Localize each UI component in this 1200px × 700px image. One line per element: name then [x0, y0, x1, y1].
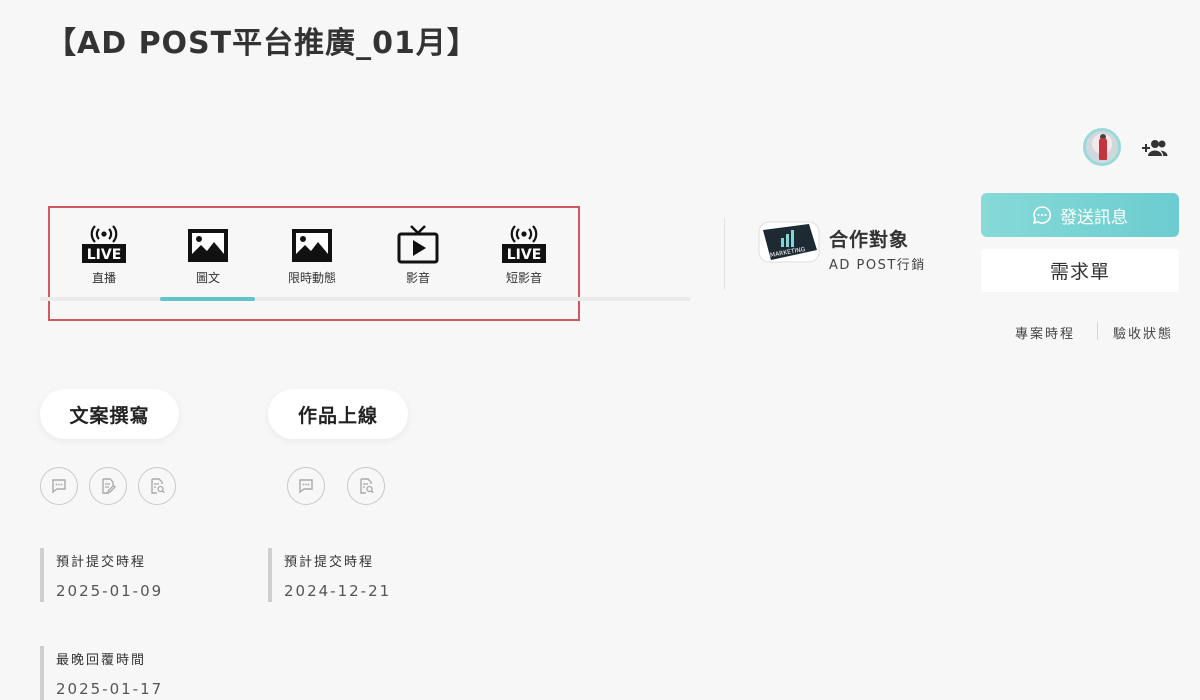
tab-stories[interactable]: 限時動態 [264, 222, 360, 292]
chat-icon [299, 479, 313, 494]
requirements-button[interactable]: 需求單 [981, 249, 1179, 292]
info-value: 2024-12-21 [284, 582, 392, 600]
tab-image-text[interactable]: 圖文 [160, 222, 256, 292]
user-avatar[interactable] [1083, 128, 1121, 166]
stage-edit-button[interactable] [89, 467, 127, 505]
image-icon [188, 229, 228, 262]
tabs-track [40, 297, 691, 301]
tab-label: 圖文 [195, 271, 220, 285]
page-title: 【AD POST平台推廣_01月】 [46, 26, 478, 61]
info-bar [40, 548, 44, 602]
document-search-icon [151, 478, 165, 494]
active-tab-indicator [160, 297, 255, 301]
stage-review-button[interactable] [347, 467, 385, 505]
info-label: 最晚回覆時間 [56, 653, 147, 668]
tab-label: 短影音 [505, 271, 542, 285]
info-bar [268, 548, 272, 602]
link-divider [1097, 322, 1098, 340]
info-label: 預計提交時程 [284, 555, 375, 570]
send-message-label: 發送訊息 [1060, 207, 1128, 228]
info-bar [40, 646, 44, 700]
stage-copywriting: 文案撰寫 [40, 389, 179, 439]
partner-label: 合作對象 [829, 229, 910, 251]
tab-video[interactable]: 影音 [370, 222, 466, 292]
video-play-icon [397, 225, 439, 264]
chat-icon [1032, 206, 1051, 225]
document-search-icon [360, 478, 374, 494]
info-value: 2025-01-17 [56, 680, 164, 698]
acceptance-status-link[interactable]: 驗收狀態 [1113, 323, 1173, 342]
stage-review-button[interactable] [138, 467, 176, 505]
svg-text:LIVE: LIVE [87, 247, 122, 263]
stage-chat-button[interactable] [287, 467, 325, 505]
partner-name: AD POST行銷 [829, 258, 926, 273]
send-message-button[interactable]: 發送訊息 [981, 193, 1179, 237]
group-add-icon[interactable] [1140, 136, 1170, 160]
live-broadcast-icon: LIVE [502, 225, 546, 263]
stage-chat-button[interactable] [40, 467, 78, 505]
info-label: 預計提交時程 [56, 555, 147, 570]
stage-published: 作品上線 [268, 389, 408, 439]
chat-icon [52, 479, 66, 494]
tab-short-video[interactable]: LIVE 短影音 [476, 222, 572, 292]
image-icon [292, 229, 332, 262]
tab-live[interactable]: LIVE 直播 [56, 222, 152, 292]
tab-label: 限時動態 [287, 271, 336, 285]
tab-label: 影音 [405, 271, 430, 285]
edit-document-icon [102, 478, 116, 494]
live-broadcast-icon: LIVE [82, 225, 126, 263]
divider [724, 218, 725, 290]
svg-text:LIVE: LIVE [507, 247, 542, 263]
info-value: 2025-01-09 [56, 582, 164, 600]
tab-label: 直播 [91, 271, 116, 285]
partner-logo: MARKETING [757, 220, 821, 264]
project-schedule-link[interactable]: 專案時程 [1015, 323, 1075, 342]
